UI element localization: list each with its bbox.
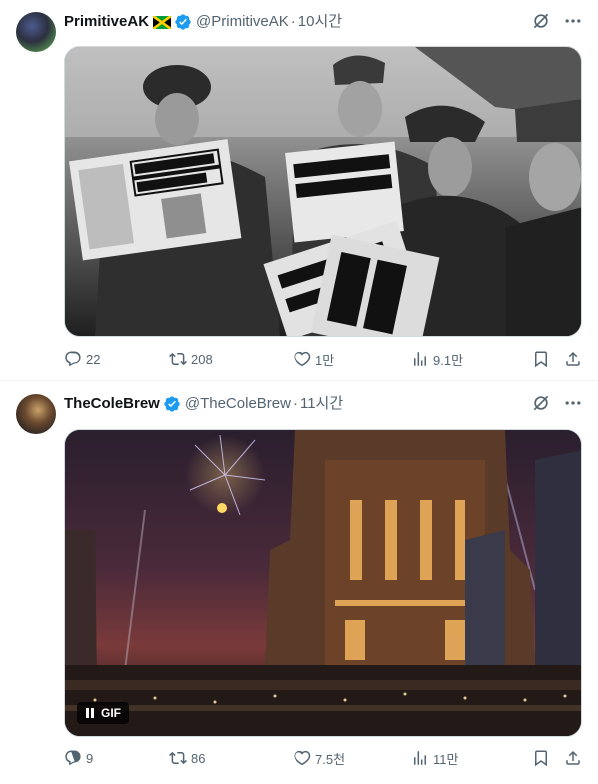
- like-button[interactable]: 7.5천: [293, 749, 411, 768]
- avatar[interactable]: [16, 12, 56, 52]
- pause-icon[interactable]: [85, 707, 95, 719]
- share-icon: [566, 750, 580, 765]
- bookmark-button[interactable]: [532, 350, 550, 368]
- timestamp[interactable]: 11시간: [300, 394, 343, 414]
- tweet-top-actions: [530, 10, 584, 32]
- views-count: 9.1만: [433, 352, 464, 368]
- repost-count: 86: [191, 750, 206, 766]
- repost-icon: [169, 751, 187, 765]
- views-icon: [414, 352, 426, 366]
- repost-count: 208: [191, 351, 213, 367]
- timestamp[interactable]: 10시간: [298, 12, 342, 32]
- jamaica-flag-icon: [153, 15, 172, 29]
- grok-icon[interactable]: [530, 10, 552, 32]
- reply-count: 22: [86, 351, 101, 367]
- tweet-actions: 9 86 7.5천 11만: [64, 748, 582, 768]
- user-handle[interactable]: @PrimitiveAK: [196, 12, 289, 32]
- verified-badge-icon[interactable]: [163, 395, 181, 413]
- tweet-gif[interactable]: GIF: [64, 429, 582, 737]
- user-handle[interactable]: @TheColeBrew: [185, 394, 291, 414]
- bookmark-button[interactable]: [532, 749, 550, 767]
- avatar[interactable]: [16, 394, 56, 434]
- separator-dot: ·: [290, 13, 296, 30]
- share-button[interactable]: [564, 749, 582, 767]
- heart-icon: [294, 750, 311, 766]
- display-name[interactable]: PrimitiveAK: [64, 12, 149, 32]
- views-icon: [414, 751, 426, 765]
- tweet-photo[interactable]: [64, 46, 582, 337]
- heart-icon: [294, 351, 311, 367]
- bookmark-icon: [535, 351, 547, 368]
- tweet-top-actions: [530, 392, 584, 414]
- like-count: 1만: [315, 352, 335, 368]
- tweet[interactable]: PrimitiveAK @PrimitiveAK · 10시간 22 208 1…: [0, 0, 598, 381]
- repost-button[interactable]: 208: [169, 350, 293, 368]
- tweet-actions: 22 208 1만 9.1만: [64, 349, 582, 369]
- like-count: 7.5천: [315, 751, 346, 767]
- grok-icon[interactable]: [530, 392, 552, 414]
- reply-icon: [65, 351, 81, 366]
- views-button[interactable]: 11만: [411, 749, 531, 768]
- bookmark-icon: [535, 750, 547, 767]
- views-button[interactable]: 9.1만: [411, 350, 531, 369]
- reply-button[interactable]: 9: [64, 749, 169, 767]
- verified-badge-icon[interactable]: [174, 13, 192, 31]
- more-options-icon[interactable]: [562, 392, 584, 414]
- gif-badge[interactable]: GIF: [77, 702, 129, 724]
- tweet[interactable]: TheColeBrew @TheColeBrew · 11시간 GIF 9 86…: [0, 382, 598, 784]
- like-button[interactable]: 1만: [293, 350, 411, 369]
- gif-label: GIF: [101, 706, 121, 720]
- separator-dot: ·: [292, 395, 298, 412]
- repost-icon: [169, 352, 187, 366]
- display-name[interactable]: TheColeBrew: [64, 394, 160, 414]
- share-button[interactable]: [564, 350, 582, 368]
- reply-count: 9: [86, 750, 94, 766]
- reply-icon: [65, 750, 81, 765]
- more-options-icon[interactable]: [562, 10, 584, 32]
- share-icon: [566, 351, 580, 366]
- repost-button[interactable]: 86: [169, 749, 293, 767]
- tweet-header: PrimitiveAK @PrimitiveAK · 10시간: [64, 12, 582, 32]
- views-count: 11만: [433, 751, 459, 767]
- tweet-header: TheColeBrew @TheColeBrew · 11시간: [64, 394, 582, 414]
- reply-button[interactable]: 22: [64, 350, 169, 368]
